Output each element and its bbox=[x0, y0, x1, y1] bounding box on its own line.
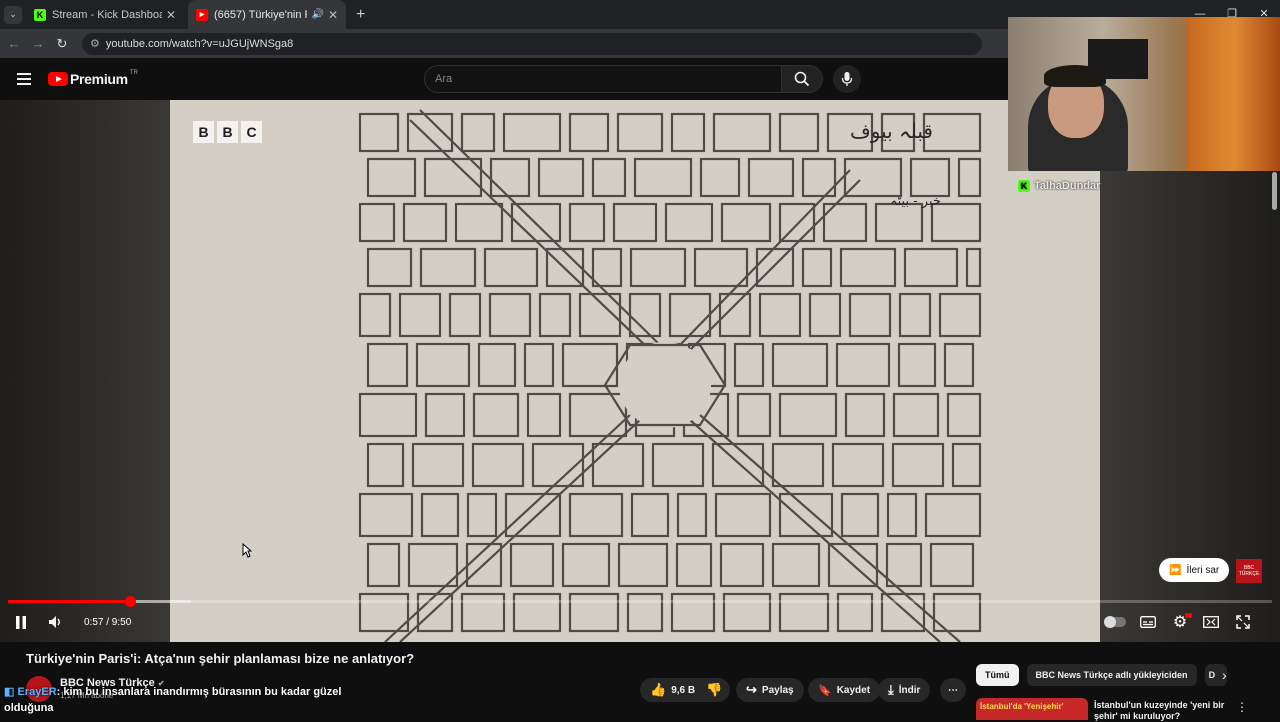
tab-kick-dashboard[interactable]: K Stream - Kick Dashboard ✕ bbox=[26, 0, 184, 29]
bookmark-icon: 🔖 bbox=[818, 684, 832, 697]
thumbnail-text: İstanbul'da 'Yenişehir' bbox=[980, 702, 1064, 711]
share-label: Paylaş bbox=[761, 684, 794, 696]
youtube-play-icon bbox=[48, 72, 68, 86]
fullscreen-icon bbox=[1236, 615, 1250, 629]
chip-channel[interactable]: BBC News Türkçe adlı yükleyiciden bbox=[1026, 664, 1197, 686]
youtube-icon: ▶ bbox=[196, 8, 208, 21]
recommendation-chips: Tümü BBC News Türkçe adlı yükleyiciden D bbox=[976, 664, 1227, 686]
city-plan-drawing: قبلہ بیوف خبر - بیٹہ bbox=[358, 109, 982, 643]
new-tab-button[interactable]: + bbox=[356, 6, 365, 24]
chevron-right-icon[interactable]: › bbox=[1222, 667, 1227, 683]
thumbs-up-icon: 👍 bbox=[650, 682, 667, 697]
more-actions-button[interactable]: ⋯ bbox=[940, 678, 966, 702]
bbc-letter: C bbox=[241, 121, 262, 143]
chat-overlay-message: ◧ ErayER: kim bu insanlara inandırmış bü… bbox=[4, 684, 344, 716]
dislike-button[interactable]: 👎 bbox=[698, 678, 731, 702]
video-frame-left bbox=[0, 100, 170, 642]
close-icon[interactable]: ✕ bbox=[328, 8, 338, 22]
thumbs-down-icon: 👎 bbox=[706, 682, 723, 697]
download-button[interactable]: ⤓ İndir bbox=[878, 678, 931, 702]
map-annotation-1: قبلہ بیوف bbox=[850, 119, 933, 143]
channel-watermark[interactable]: BBC TÜRKÇE bbox=[1236, 559, 1262, 583]
download-label: İndir bbox=[898, 684, 921, 696]
site-info-icon[interactable]: ⚙ bbox=[90, 37, 100, 50]
tab-search-button[interactable]: ⌄ bbox=[4, 5, 22, 24]
back-icon[interactable]: ← bbox=[2, 36, 26, 51]
subtitles-button[interactable] bbox=[1138, 608, 1158, 636]
kick-icon: K bbox=[34, 8, 46, 21]
share-button[interactable]: ↪ Paylaş bbox=[736, 678, 804, 702]
map-annotation-2: خبر - بیٹہ bbox=[890, 194, 941, 209]
fullscreen-button[interactable] bbox=[1233, 608, 1253, 636]
region-code: TR bbox=[129, 70, 138, 76]
recommendation-title[interactable]: İstanbul'un kuzeyinde 'yeni bir şehir' m… bbox=[1094, 700, 1234, 722]
voice-search-button[interactable] bbox=[833, 65, 861, 93]
search-icon bbox=[794, 71, 810, 87]
bbc-letter: B bbox=[217, 121, 238, 143]
theater-mode-icon bbox=[1203, 616, 1219, 628]
chat-badge-icon: ◧ bbox=[4, 686, 15, 698]
logo-text: Premium bbox=[70, 71, 128, 87]
youtube-logo[interactable]: Premium TR bbox=[48, 70, 138, 87]
progress-played bbox=[8, 600, 131, 603]
speaker-icon[interactable]: 🔊 bbox=[311, 9, 323, 20]
recommendation-thumbnail[interactable]: İstanbul'da 'Yenişehir' bbox=[976, 698, 1088, 720]
settings-button[interactable]: ⚙ bbox=[1170, 608, 1192, 636]
autoplay-toggle[interactable] bbox=[1102, 608, 1128, 636]
close-icon[interactable]: ✕ bbox=[166, 8, 176, 22]
fast-forward-icon: ⏩ bbox=[1169, 564, 1182, 576]
webcam-overlay bbox=[1008, 17, 1280, 171]
hd-badge bbox=[1185, 613, 1192, 618]
mouse-cursor-icon bbox=[242, 543, 252, 558]
video-frame-map[interactable]: قبلہ بیوف خبر - بیٹہ bbox=[170, 100, 1100, 643]
tab-youtube-video[interactable]: ▶ (6657) Türkiye'nin Paris'i: At 🔊 ✕ bbox=[188, 0, 346, 29]
search-button[interactable] bbox=[781, 65, 823, 93]
page-scrollbar[interactable] bbox=[1272, 172, 1277, 210]
tab-title: Stream - Kick Dashboard bbox=[52, 8, 162, 21]
pause-button[interactable] bbox=[10, 608, 32, 636]
forward-icon[interactable]: → bbox=[26, 36, 50, 51]
save-label: Kaydet bbox=[836, 684, 871, 696]
microphone-icon bbox=[841, 72, 853, 86]
video-title: Türkiye'nin Paris'i: Atça'nın şehir plan… bbox=[26, 651, 415, 666]
streamer-handle-text: TalhaDundar bbox=[1034, 180, 1101, 192]
save-button[interactable]: 🔖 Kaydet bbox=[808, 678, 881, 702]
kick-logo-icon: K bbox=[1018, 180, 1030, 192]
autoplay-toggle-icon bbox=[1104, 616, 1126, 628]
share-icon: ↪ bbox=[746, 682, 757, 697]
tab-title: (6657) Türkiye'nin Paris'i: At bbox=[214, 8, 307, 21]
theater-mode-button[interactable] bbox=[1201, 608, 1221, 636]
subtitles-icon bbox=[1140, 616, 1156, 628]
more-horizontal-icon: ⋯ bbox=[948, 684, 958, 696]
address-bar[interactable]: ⚙ youtube.com/watch?v=uJGUjWNSga8 bbox=[82, 32, 982, 55]
url-text: youtube.com/watch?v=uJGUjWNSga8 bbox=[105, 37, 294, 50]
bbc-watermark: B B C bbox=[193, 121, 262, 143]
search-input[interactable]: Ara bbox=[424, 65, 782, 93]
chat-username: ErayER bbox=[17, 686, 57, 698]
bbc-letter: B bbox=[193, 121, 214, 143]
more-vertical-icon[interactable]: ⋮ bbox=[1236, 700, 1248, 714]
player-controls: 0:57 / 9:50 ⚙ bbox=[0, 608, 1280, 636]
volume-icon bbox=[49, 616, 60, 628]
pause-icon bbox=[16, 615, 26, 629]
time-display: 0:57 / 9:50 bbox=[84, 616, 132, 628]
volume-button[interactable] bbox=[44, 608, 66, 636]
like-count: 9,6 B bbox=[671, 684, 696, 696]
streamer-handle: K TalhaDundar bbox=[1018, 180, 1100, 192]
progress-bar[interactable] bbox=[8, 596, 1272, 607]
chip-all[interactable]: Tümü bbox=[976, 664, 1019, 686]
skip-forward-button[interactable]: ⏩ İleri sar bbox=[1159, 558, 1230, 582]
menu-icon[interactable] bbox=[17, 73, 31, 85]
like-button[interactable]: 👍 9,6 B bbox=[640, 678, 706, 702]
download-icon: ⤓ bbox=[888, 682, 894, 697]
skip-forward-label: İleri sar bbox=[1186, 564, 1220, 576]
reload-icon[interactable]: ↻ bbox=[50, 36, 74, 52]
